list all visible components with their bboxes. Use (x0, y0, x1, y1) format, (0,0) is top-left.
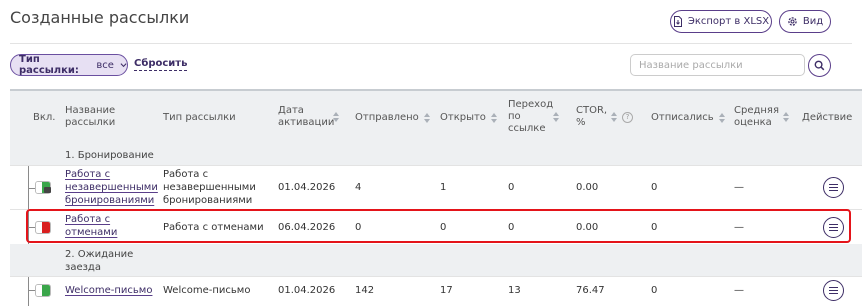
activation-date: 01.04.2026 (278, 182, 336, 193)
reset-filters-link[interactable]: Сбросить (134, 58, 188, 71)
mailing-name[interactable]: Работа с незавершенными бронированиями (65, 168, 158, 207)
activation-date: 01.04.2026 (278, 285, 336, 296)
mailing-type: Работа с незавершенными бронированиями (163, 169, 256, 206)
table-row: Работа с отменами Работа с отменами 06.0… (10, 209, 862, 245)
sort-icon (611, 112, 617, 122)
ctor-value: 0.00 (576, 222, 599, 233)
group-row: 2. Ожидание заезда (10, 244, 862, 276)
sort-icon (333, 112, 339, 122)
clicked-count: 13 (508, 285, 521, 296)
page-title: Созданные рассылки (10, 8, 190, 27)
ctor-value: 76.47 (576, 285, 605, 296)
rating-value: — (734, 285, 744, 296)
sort-icon (423, 113, 430, 123)
help-icon[interactable]: ? (622, 111, 633, 123)
export-xlsx-label: Экспорт в XLSX (687, 16, 770, 27)
mailing-type-filter-value: все (96, 59, 114, 71)
sent-count: 4 (355, 182, 362, 193)
group-row: 1. Бронирование (10, 145, 862, 165)
search-button[interactable] (808, 54, 831, 77)
tree-line (28, 277, 29, 306)
sent-count: 0 (355, 222, 362, 233)
opened-count: 1 (440, 182, 447, 193)
lock-icon (44, 187, 51, 193)
enable-toggle[interactable] (35, 284, 51, 297)
search-icon (814, 60, 825, 71)
export-xlsx-button[interactable]: Экспорт в XLSX (670, 10, 772, 33)
table-row: Работа с незавершенными бронированиями Р… (10, 165, 862, 210)
col-activation-date[interactable]: Дата активации (278, 105, 339, 129)
enable-toggle[interactable] (35, 221, 51, 234)
table-header: Вкл. Название рассылки Тип рассылки Дата… (10, 91, 862, 145)
col-sent[interactable]: Отправлено (355, 112, 430, 124)
row-menu-button[interactable] (823, 280, 844, 301)
sort-icon (553, 112, 559, 122)
table-row: Welcome-письмо Welcome-письмо 01.04.2026… (10, 276, 862, 306)
view-label: Вид (802, 16, 824, 27)
col-ctor[interactable]: CTOR, %? (576, 105, 633, 129)
unsubscribed-count: 0 (651, 222, 658, 233)
mailing-type: Welcome-письмо (163, 285, 251, 296)
row-menu-button[interactable] (823, 177, 844, 198)
mailing-type-filter[interactable]: Тип рассылки: все (10, 54, 128, 76)
mailing-name[interactable]: Работа с отменами (65, 213, 151, 239)
clicked-count: 0 (508, 182, 515, 193)
sort-icon (718, 113, 725, 123)
search-input[interactable] (630, 54, 805, 76)
mailing-type-filter-label: Тип рассылки: (19, 54, 79, 76)
unsubscribed-count: 0 (651, 285, 658, 296)
sort-icon (783, 112, 789, 122)
sort-icon (490, 113, 497, 123)
col-clicked[interactable]: Переход по ссылке (508, 99, 559, 135)
row-menu-button[interactable] (823, 217, 844, 238)
col-opened[interactable]: Открыто (440, 112, 497, 124)
sent-count: 142 (355, 285, 375, 296)
group-label: 2. Ожидание заезда (65, 249, 134, 273)
header-divider (10, 43, 852, 44)
mailing-name[interactable]: Welcome-письмо (65, 284, 152, 297)
col-type: Тип рассылки (163, 112, 236, 123)
group-label: 1. Бронирование (65, 150, 154, 161)
rating-value: — (734, 182, 744, 193)
clicked-count: 0 (508, 222, 515, 233)
unsubscribed-count: 0 (651, 182, 658, 193)
activation-date: 06.04.2026 (278, 222, 336, 233)
col-action: Действие (802, 112, 853, 123)
col-rating[interactable]: Средняя оценка (734, 105, 789, 129)
col-enabled: Вкл. (33, 112, 56, 123)
col-unsubscribed[interactable]: Отписались (651, 112, 725, 124)
col-name[interactable]: Название рассылки (65, 105, 145, 129)
chevron-down-icon (120, 63, 127, 68)
opened-count: 0 (440, 222, 447, 233)
mailing-type: Работа с отменами (163, 222, 264, 233)
opened-count: 17 (440, 285, 453, 296)
rating-value: — (734, 222, 744, 233)
file-export-icon (673, 16, 682, 27)
ctor-value: 0.00 (576, 182, 599, 193)
gear-icon (788, 17, 797, 26)
view-button[interactable]: Вид (779, 10, 831, 33)
